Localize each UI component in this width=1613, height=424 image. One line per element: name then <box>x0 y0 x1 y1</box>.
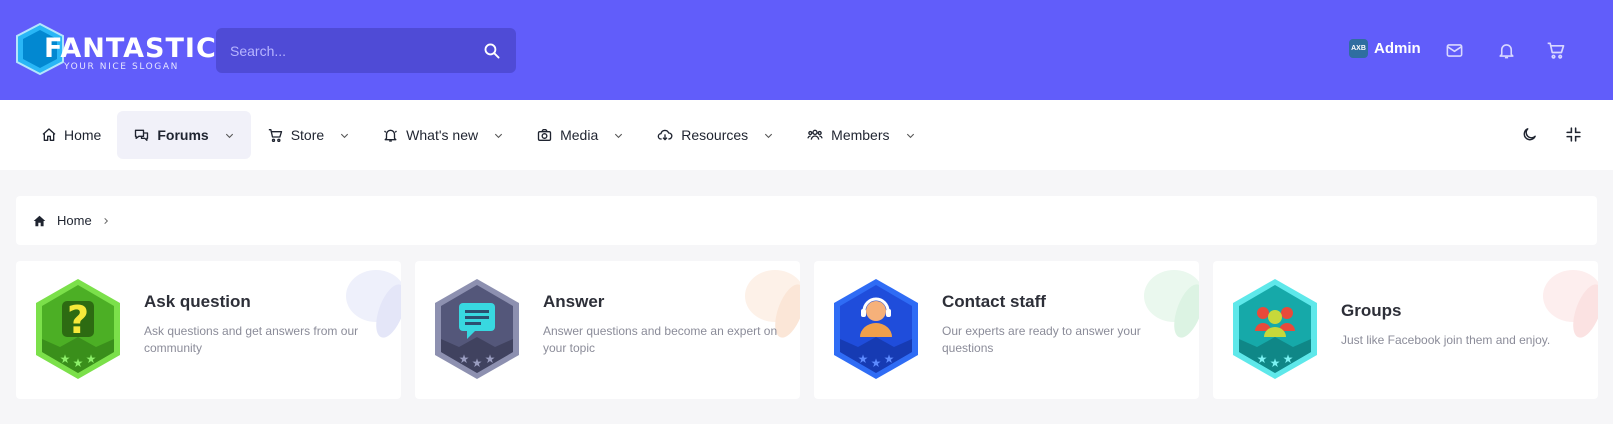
users-icon <box>807 129 823 140</box>
nav-label: Forums <box>157 127 209 143</box>
chevron-down-icon <box>341 133 349 138</box>
card-title: Groups <box>1341 301 1402 320</box>
card-groups[interactable]: ★ ★ ★ Groups Just like Facebook join the… <box>1213 261 1598 399</box>
support-badge-icon: ★ ★ ★ <box>834 279 918 379</box>
question-badge-icon: ? ★ ★ ★ <box>36 279 120 379</box>
card-title: Answer <box>543 292 605 311</box>
main-nav: Home Forums Store What's new Media Resou… <box>0 100 1613 170</box>
site-logo[interactable]: FANTASTIC YOUR NICE SLOGAN <box>14 22 216 76</box>
chat-icon <box>135 129 149 141</box>
svg-text:★: ★ <box>472 356 483 370</box>
svg-text:★: ★ <box>459 352 470 366</box>
breadcrumb-home[interactable]: Home <box>57 213 92 228</box>
groups-badge-icon: ★ ★ ★ <box>1233 279 1317 379</box>
chevron-right-icon <box>104 217 108 224</box>
nav-store[interactable]: Store <box>251 111 366 159</box>
bell-icon[interactable] <box>1495 39 1517 61</box>
svg-text:★: ★ <box>884 352 895 366</box>
chevron-down-icon <box>906 133 914 138</box>
card-contact-staff[interactable]: ★ ★ ★ Contact staff Our experts are read… <box>814 261 1199 399</box>
nav-resources[interactable]: Resources <box>640 111 790 159</box>
search-box <box>216 28 516 73</box>
cart-icon[interactable] <box>1545 39 1567 61</box>
nav-forums[interactable]: Forums <box>117 111 251 159</box>
nav-home[interactable]: Home <box>25 111 117 159</box>
nav-label: Media <box>560 127 599 143</box>
card-answer[interactable]: ★ ★ ★ Answer Answer questions and become… <box>415 261 800 399</box>
search-input[interactable] <box>230 28 480 73</box>
search-icon[interactable] <box>480 40 502 62</box>
nav-whats-new[interactable]: What's new <box>366 111 520 159</box>
user-name: Admin <box>1374 40 1421 57</box>
nav-label: Members <box>831 127 890 143</box>
home-icon <box>33 215 46 226</box>
nav-media[interactable]: Media <box>520 111 640 159</box>
camera-icon <box>537 129 552 141</box>
card-title: Ask question <box>144 292 251 311</box>
answer-badge-icon: ★ ★ ★ <box>435 279 519 379</box>
svg-text:★: ★ <box>1257 352 1268 366</box>
home-icon <box>42 128 56 141</box>
avatar: AXB <box>1349 39 1368 58</box>
mail-icon[interactable] <box>1443 39 1465 61</box>
card-desc: Ask questions and get answers from our c… <box>144 324 359 355</box>
svg-text:★: ★ <box>1270 356 1281 370</box>
svg-text:★: ★ <box>73 356 84 370</box>
card-title: Contact staff <box>942 292 1046 311</box>
svg-text:★: ★ <box>86 352 97 366</box>
top-header: FANTASTIC YOUR NICE SLOGAN AXB Admin <box>0 0 1613 100</box>
svg-text:★: ★ <box>485 352 496 366</box>
logo-slogan: YOUR NICE SLOGAN <box>64 62 179 72</box>
chevron-down-icon <box>765 133 773 138</box>
logo-text: FANTASTIC <box>44 33 217 64</box>
svg-text:★: ★ <box>60 352 71 366</box>
collapse-icon[interactable] <box>1561 122 1585 146</box>
nav-label: Home <box>64 127 102 143</box>
cloud-download-icon <box>657 129 673 141</box>
svg-text:★: ★ <box>1283 352 1294 366</box>
bell-icon <box>384 129 398 142</box>
card-ask-question[interactable]: ? ★ ★ ★ Ask question Ask questions and g… <box>16 261 401 399</box>
chevron-down-icon <box>494 133 503 138</box>
card-desc: Just like Facebook join them and enjoy. <box>1341 333 1551 347</box>
user-menu[interactable]: AXB Admin <box>1349 39 1421 58</box>
card-desc: Answer questions and become an expert on… <box>543 324 778 355</box>
card-desc: Our experts are ready to answer your que… <box>942 324 1141 355</box>
nav-label: Resources <box>681 127 749 143</box>
chevron-down-icon <box>615 133 623 138</box>
moon-icon[interactable] <box>1517 122 1541 146</box>
svg-text:★: ★ <box>871 356 882 370</box>
nav-label: What's new <box>406 127 479 143</box>
breadcrumb: Home <box>16 196 1597 245</box>
chevron-down-icon <box>225 133 233 138</box>
nav-label: Store <box>290 127 325 143</box>
nav-members[interactable]: Members <box>790 111 931 159</box>
cart-icon <box>268 129 282 142</box>
svg-text:?: ? <box>67 298 89 342</box>
decor-shape-icon <box>1543 270 1598 338</box>
svg-text:★: ★ <box>858 352 869 366</box>
